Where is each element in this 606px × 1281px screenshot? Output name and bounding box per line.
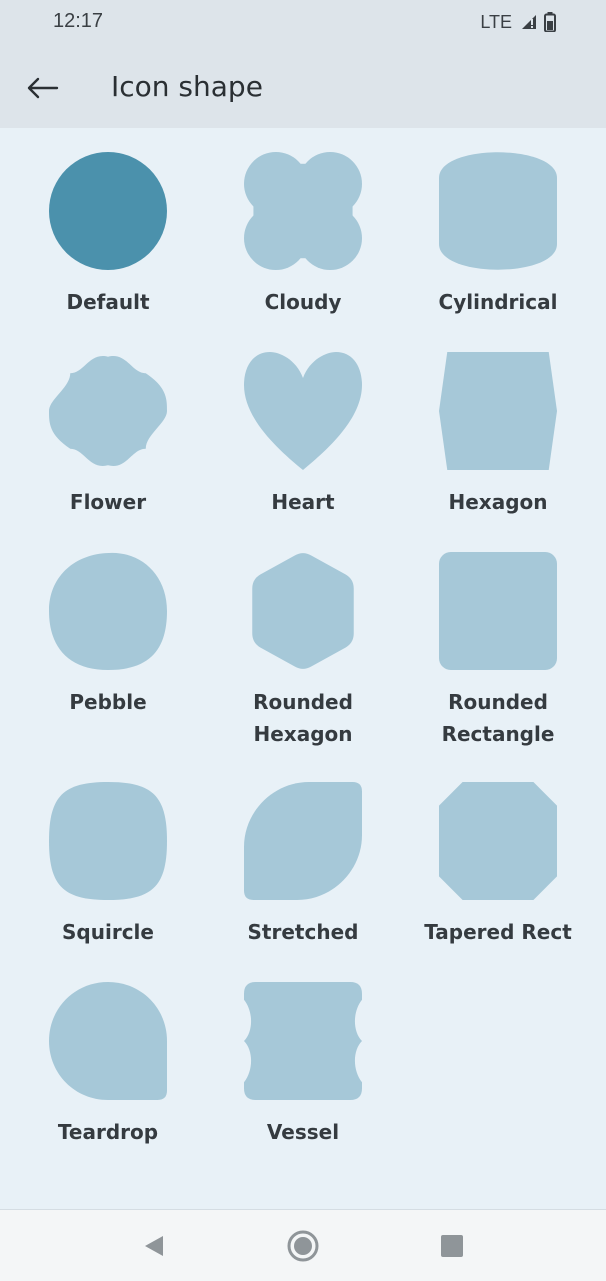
shape-option-rounded-rectangle[interactable]: Rounded Rectangle [400,528,596,748]
shape-option-cylindrical[interactable]: Cylindrical [400,128,596,348]
shape-option-vessel[interactable]: Vessel [205,958,401,1178]
shape-option-heart[interactable]: Heart [205,328,401,548]
nav-back-icon [145,1236,163,1256]
shape-option-hexagon[interactable]: Hexagon [400,328,596,548]
pebble-shape-icon [49,552,167,670]
selected-shape-fill [49,152,167,270]
shape-label: Rounded Rectangle [441,690,555,746]
shape-option-cloudy[interactable]: Cloudy [205,128,401,348]
shape-label: Default [66,290,150,314]
shape-label: Cloudy [264,290,342,314]
nav-recents-icon [441,1235,463,1257]
shape-option-squircle[interactable]: Squircle [10,758,206,978]
shape-option-tapered-rect[interactable]: Tapered Rect [400,758,596,978]
teardrop-shape-icon [49,982,167,1100]
shape-label: Flower [69,490,147,514]
network-type: LTE [480,11,512,32]
stretched-shape-icon [244,782,362,900]
arrow-back-icon [27,77,59,99]
shape-label: Rounded Hexagon [253,690,353,746]
shape-label: Stretched [247,920,359,944]
rounded-rectangle-shape-icon [439,552,557,670]
status-icons: LTE [480,10,556,34]
back-button[interactable] [20,66,64,110]
navigation-bar [0,1209,606,1281]
shape-label: Squircle [62,920,154,944]
shape-label: Heart [271,490,335,514]
shape-label: Pebble [69,690,147,714]
shape-option-flower[interactable]: Flower [10,328,206,548]
app-bar: Icon shape [0,44,606,128]
tapered-rect-shape-icon [439,782,557,900]
nav-back-button[interactable] [135,1228,171,1264]
flower-shape-icon [49,356,167,466]
shape-option-stretched[interactable]: Stretched [205,758,401,978]
shape-option-rounded-hexagon[interactable]: Rounded Hexagon [205,528,401,748]
shape-label: Teardrop [57,1120,159,1144]
default-shape-icon [49,152,167,270]
nav-recents-button[interactable] [434,1228,470,1264]
signal-icon [522,15,536,29]
nav-home-button[interactable] [285,1228,321,1264]
heart-shape-icon [244,352,362,470]
cylindrical-shape-icon [439,152,557,270]
shape-option-teardrop[interactable]: Teardrop [10,958,206,1178]
shape-label: Cylindrical [438,290,558,314]
shape-option-default[interactable]: Default [10,128,206,348]
squircle-shape-icon [49,782,167,900]
shape-option-pebble[interactable]: Pebble [10,528,206,748]
status-time: 12:17 [53,10,104,32]
nav-home-icon [287,1230,319,1262]
shape-label: Tapered Rect [424,920,572,944]
vessel-shape-icon [244,982,362,1100]
rounded-hexagon-shape-icon [252,553,354,669]
status-bar: 12:17 LTE [0,0,606,44]
page-title: Icon shape [111,70,263,103]
shape-grid: Default Cloudy Cylindrical Flower Heart [0,128,606,1208]
cloudy-shape-icon [244,152,362,270]
shape-label: Hexagon [448,490,548,514]
shape-label: Vessel [266,1120,340,1144]
battery-icon [544,12,556,32]
hexagon-shape-icon [439,352,557,470]
